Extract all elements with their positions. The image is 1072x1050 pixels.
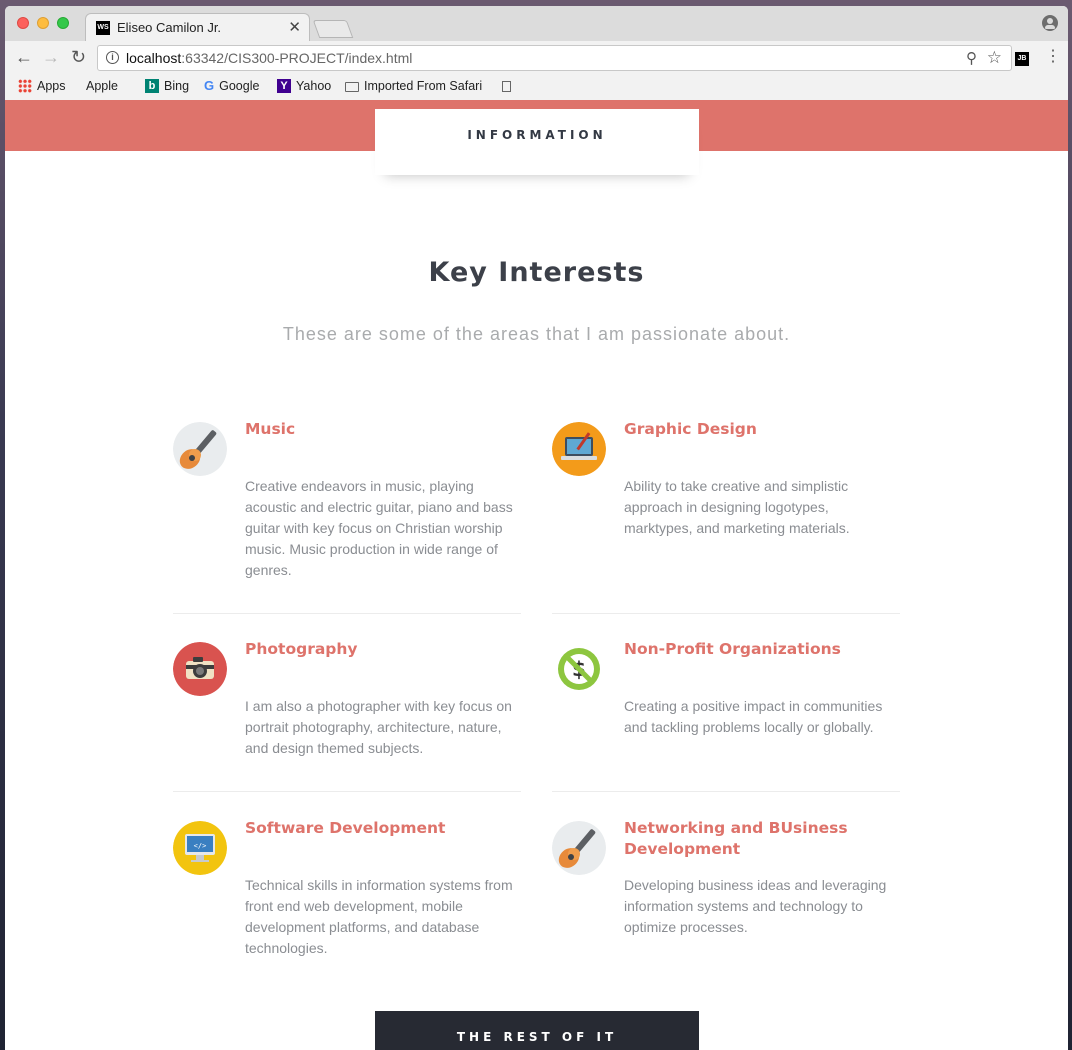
bookmark-page[interactable] <box>502 81 516 92</box>
url-text[interactable]: localhost:63342/CIS300-PROJECT/index.htm… <box>126 50 412 66</box>
browser-toolbar: ← → ↻ i localhost:63342/CIS300-PROJECT/i… <box>5 41 1068 75</box>
section-tab-label: INFORMATION <box>467 128 607 142</box>
interest-title: Graphic Design <box>624 420 757 438</box>
section-tab-the-rest-of-it[interactable]: THE REST OF IT <box>375 1011 699 1050</box>
interest-description: Creative endeavors in music, playing aco… <box>245 478 513 578</box>
tab-strip: WS Eliseo Camilon Jr. ✕ <box>5 6 1068 41</box>
bookmark-star-icon[interactable]: ☆ <box>987 48 1002 68</box>
bookmark-apps[interactable]: Apps <box>18 79 66 93</box>
bookmark-yahoo[interactable]: Y Yahoo <box>277 79 331 93</box>
guitar-icon <box>552 821 606 875</box>
bookmark-apple[interactable]: Apple <box>81 79 118 93</box>
jetbrains-extension-icon[interactable]: JB <box>1015 52 1029 66</box>
monitor-code-icon: </> <box>173 821 227 875</box>
close-tab-icon[interactable]: ✕ <box>288 18 301 36</box>
url-path: :63342/CIS300-PROJECT/index.html <box>181 50 413 66</box>
section-tab-label: THE REST OF IT <box>456 1030 618 1044</box>
browser-tab[interactable]: WS Eliseo Camilon Jr. ✕ <box>85 13 310 41</box>
divider <box>552 791 900 792</box>
bookmark-google[interactable]: G Google <box>204 78 260 94</box>
svg-text:</>: </> <box>194 842 207 850</box>
interest-description: Technical skills in information systems … <box>245 877 513 956</box>
page-title: Key Interests <box>428 257 645 288</box>
bookmark-imported-from-safari[interactable]: Imported From Safari <box>345 79 482 93</box>
interest-description: I am also a photographer with key focus … <box>245 698 512 756</box>
apps-grid-icon <box>18 79 32 93</box>
interest-title: Networking and BUsiness Development <box>624 819 848 858</box>
new-tab-button[interactable] <box>312 20 354 38</box>
bookmark-label: Apple <box>86 79 118 93</box>
web-page: INFORMATION Key Interests These are some… <box>5 100 1068 1050</box>
webstorm-favicon-icon: WS <box>96 21 110 35</box>
divider <box>173 791 521 792</box>
zoom-icon[interactable]: ⚲ <box>966 49 977 67</box>
close-window-button[interactable] <box>17 17 29 29</box>
bookmark-label: Imported From Safari <box>364 79 483 93</box>
no-dollar-icon: $ <box>552 642 606 696</box>
page-icon <box>502 81 511 92</box>
profile-icon[interactable] <box>1042 15 1058 31</box>
page-subtitle: These are some of the areas that I am pa… <box>282 324 791 344</box>
guitar-icon <box>173 422 227 476</box>
address-bar[interactable]: i localhost:63342/CIS300-PROJECT/index.h… <box>97 45 1012 71</box>
laptop-brush-icon <box>552 422 606 476</box>
bing-icon: b <box>145 79 159 93</box>
interest-title: Software Development <box>245 819 446 837</box>
url-host: localhost <box>126 50 182 66</box>
interest-title: Non-Profit Organizations <box>624 640 841 658</box>
kebab-menu-icon[interactable]: ⋮ <box>1045 48 1061 66</box>
tab-title: Eliseo Camilon Jr. <box>117 20 222 35</box>
google-icon: G <box>204 78 215 93</box>
section-tab-information[interactable]: INFORMATION <box>375 109 699 175</box>
divider <box>173 613 521 614</box>
camera-icon <box>173 642 227 696</box>
minimize-window-button[interactable] <box>37 17 49 29</box>
interest-description: Creating a positive impact in communitie… <box>624 698 883 735</box>
interest-title: Music <box>245 420 296 438</box>
reload-icon[interactable]: ↻ <box>71 47 86 67</box>
forward-arrow-icon[interactable]: → <box>42 47 60 67</box>
bookmark-label: Apps <box>37 79 66 93</box>
browser-window: WS Eliseo Camilon Jr. ✕ ← → ↻ i localhos… <box>5 6 1068 1050</box>
interest-title: Photography <box>245 640 358 658</box>
bookmarks-bar: Apps Apple b Bing G Google Y Yahoo Impor… <box>5 75 1068 101</box>
info-icon[interactable]: i <box>106 51 119 64</box>
bookmark-label: Yahoo <box>296 79 332 93</box>
interest-description: Developing business ideas and leveraging… <box>624 877 887 935</box>
bookmark-label: Google <box>219 79 260 93</box>
bookmark-label: Bing <box>164 79 190 93</box>
interest-description: Ability to take creative and simplistic … <box>624 478 850 536</box>
divider <box>552 613 900 614</box>
back-arrow-icon[interactable]: ← <box>15 47 33 67</box>
maximize-window-button[interactable] <box>57 17 69 29</box>
yahoo-icon: Y <box>277 79 291 93</box>
folder-icon <box>345 82 359 92</box>
bookmark-bing[interactable]: b Bing <box>145 79 189 93</box>
